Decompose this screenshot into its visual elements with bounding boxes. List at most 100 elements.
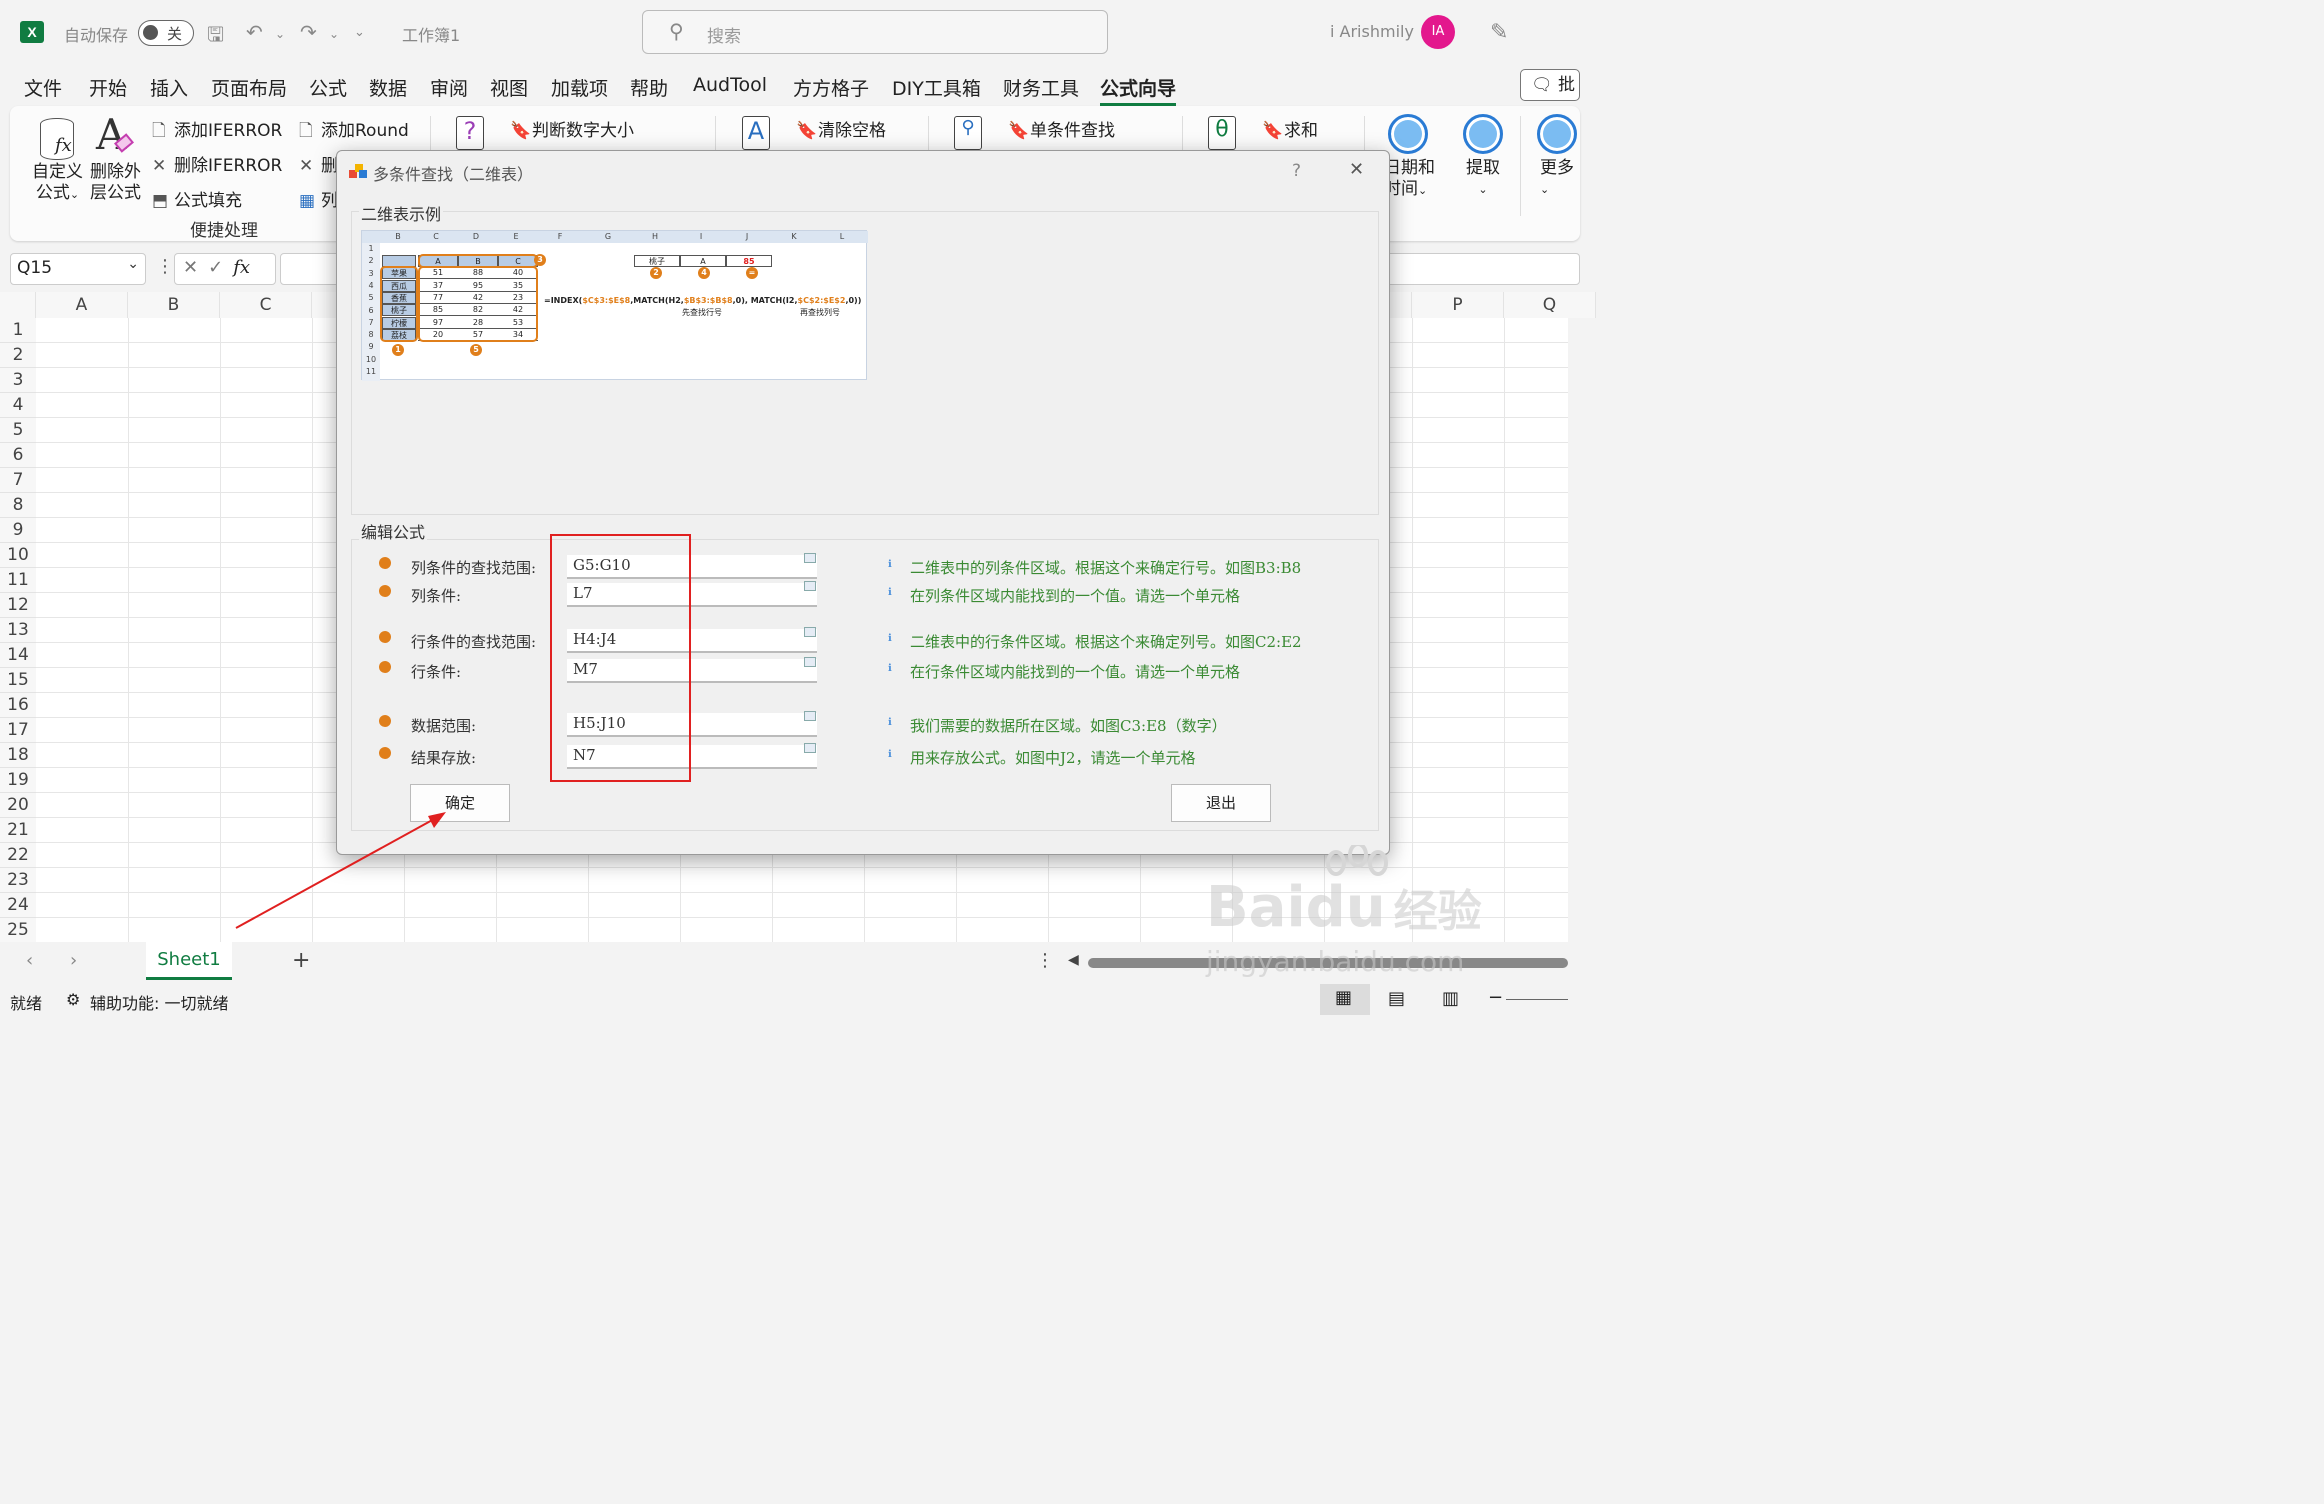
tab-audtool[interactable]: AudTool: [693, 74, 767, 96]
delete-round-button[interactable]: ✕ 删: [299, 151, 338, 176]
sheet-tab[interactable]: Sheet1: [146, 942, 232, 980]
range-picker-icon[interactable]: [804, 627, 816, 637]
tab-view[interactable]: 视图: [490, 74, 528, 101]
row-header[interactable]: 8: [0, 493, 36, 518]
undo-icon[interactable]: ↶: [246, 20, 263, 44]
custom-formula-line1: 自定义: [32, 162, 83, 182]
row-header[interactable]: 23: [0, 868, 36, 893]
tab-review[interactable]: 审阅: [430, 74, 468, 101]
comments-button[interactable]: 🗨 批: [1520, 69, 1580, 101]
tab-data[interactable]: 数据: [369, 74, 407, 101]
tab-help[interactable]: 帮助: [630, 74, 668, 101]
judge-number-button[interactable]: 🔖判断数字大小: [510, 116, 634, 141]
row-header[interactable]: 1: [0, 318, 36, 343]
row-header[interactable]: 13: [0, 618, 36, 643]
row-header[interactable]: 9: [0, 518, 36, 543]
clear-space-button[interactable]: 🔖清除空格: [796, 116, 886, 141]
row-header[interactable]: 16: [0, 693, 36, 718]
column-header[interactable]: C: [220, 292, 312, 318]
tab-finance[interactable]: 财务工具: [1003, 74, 1079, 101]
range-picker-icon[interactable]: [804, 553, 816, 563]
extract-button[interactable]: 提取 ⌄: [1466, 158, 1500, 200]
add-sheet-icon[interactable]: +: [292, 948, 310, 973]
undo-dropdown-icon[interactable]: ⌄: [275, 27, 285, 41]
custom-formula-button[interactable]: 自定义 公式⌄: [32, 162, 83, 205]
tab-page-layout[interactable]: 页面布局: [211, 74, 287, 101]
help-icon[interactable]: ?: [1292, 161, 1301, 181]
chevron-down-icon[interactable]: ⌄: [127, 256, 139, 272]
row-header[interactable]: 14: [0, 643, 36, 668]
tab-insert[interactable]: 插入: [150, 74, 188, 101]
range-picker-icon[interactable]: [804, 711, 816, 721]
page-layout-icon[interactable]: ▤: [1388, 988, 1405, 1009]
row-header[interactable]: 2: [0, 343, 36, 368]
pen-icon[interactable]: ✎: [1490, 20, 1508, 45]
row-header[interactable]: 19: [0, 768, 36, 793]
row-header[interactable]: 5: [0, 418, 36, 443]
select-all-corner[interactable]: [0, 292, 36, 318]
chevron-right-icon[interactable]: ›: [70, 950, 77, 971]
autosave-toggle[interactable]: 关: [138, 20, 194, 46]
scroll-left-icon[interactable]: ◀: [1068, 952, 1079, 968]
cancel-entry-icon[interactable]: ✕: [183, 257, 208, 278]
customize-toolbar-icon[interactable]: ⌄: [354, 25, 365, 40]
delete-outer-formula-button[interactable]: 删除外 层公式: [90, 162, 141, 204]
row-header[interactable]: 25: [0, 918, 36, 943]
page-break-icon[interactable]: ▥: [1442, 988, 1459, 1009]
tab-addins[interactable]: 加载项: [551, 74, 608, 101]
add-iferror-button[interactable]: 🗋 添加IFERROR: [152, 116, 282, 147]
row-header[interactable]: 7: [0, 468, 36, 493]
tab-formulas[interactable]: 公式: [309, 74, 347, 101]
avatar[interactable]: IA: [1421, 15, 1455, 49]
tab-file[interactable]: 文件: [24, 74, 62, 101]
tab-fangfang[interactable]: 方方格子: [793, 74, 869, 101]
close-icon[interactable]: ✕: [1349, 159, 1364, 180]
row-header[interactable]: 24: [0, 893, 36, 918]
tab-home[interactable]: 开始: [89, 74, 127, 101]
row-header[interactable]: 4: [0, 393, 36, 418]
range-picker-icon[interactable]: [804, 581, 816, 591]
row-header[interactable]: 3: [0, 368, 36, 393]
insert-function-icon[interactable]: fx: [233, 257, 250, 278]
redo-icon[interactable]: ↷: [300, 20, 317, 44]
range-picker-icon[interactable]: [804, 657, 816, 667]
formula-fill-button[interactable]: ⬒ 公式填充: [152, 186, 242, 211]
chevron-left-icon[interactable]: ‹: [26, 950, 33, 971]
name-box[interactable]: Q15 ⌄: [10, 253, 146, 285]
column-header[interactable]: Q: [1504, 292, 1596, 318]
tab-formula-wizard[interactable]: 公式向导: [1100, 74, 1177, 106]
more-button[interactable]: 更多 ⌄: [1540, 158, 1574, 200]
add-round-button[interactable]: 🗋 添加Round: [299, 116, 409, 147]
search-box[interactable]: ⚲ 搜索: [642, 10, 1108, 54]
sum-button[interactable]: 🔖求和: [1262, 116, 1318, 141]
column-header[interactable]: A: [36, 292, 128, 318]
row-header[interactable]: 22: [0, 843, 36, 868]
column-header[interactable]: P: [1412, 292, 1504, 318]
confirm-entry-icon[interactable]: ✓: [208, 257, 233, 278]
row-header[interactable]: 6: [0, 443, 36, 468]
more-options-icon[interactable]: ⋮: [156, 256, 174, 277]
ok-button[interactable]: 确定: [410, 784, 510, 822]
more-options-icon[interactable]: ⋮: [1036, 950, 1054, 971]
redo-dropdown-icon[interactable]: ⌄: [329, 27, 339, 41]
exit-button[interactable]: 退出: [1171, 784, 1271, 822]
tab-diy[interactable]: DIY工具箱: [892, 74, 981, 101]
delete-iferror-button[interactable]: ✕ 删除IFERROR: [152, 151, 282, 176]
row-header[interactable]: 15: [0, 668, 36, 693]
zoom-slider[interactable]: [1506, 999, 1568, 1000]
column-button[interactable]: ▦ 列: [299, 186, 338, 211]
row-header[interactable]: 20: [0, 793, 36, 818]
row-header[interactable]: 21: [0, 818, 36, 843]
zoom-out-icon[interactable]: −: [1488, 987, 1503, 1008]
accessibility-status[interactable]: 辅助功能: 一切就绪: [90, 990, 228, 1014]
save-icon[interactable]: 🖫: [207, 20, 224, 54]
single-lookup-button[interactable]: 🔖单条件查找: [1008, 116, 1115, 141]
range-picker-icon[interactable]: [804, 743, 816, 753]
column-header[interactable]: B: [128, 292, 220, 318]
date-time-button[interactable]: 日期和 时间⌄: [1384, 158, 1435, 201]
row-header[interactable]: 10: [0, 543, 36, 568]
row-header[interactable]: 11: [0, 568, 36, 593]
row-header[interactable]: 12: [0, 593, 36, 618]
row-header[interactable]: 17: [0, 718, 36, 743]
row-header[interactable]: 18: [0, 743, 36, 768]
